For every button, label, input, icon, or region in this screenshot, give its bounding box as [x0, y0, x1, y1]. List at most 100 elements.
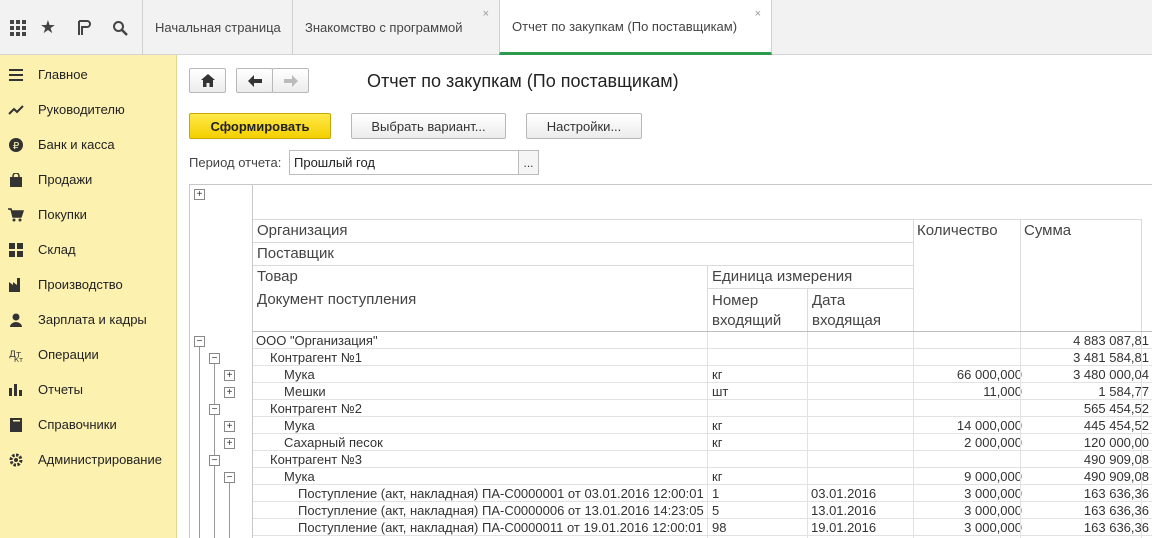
row-sum: 445 454,52 [1083, 418, 1149, 433]
collapse-icon[interactable]: − [209, 455, 220, 466]
row-sum: 163 636,36 [1083, 520, 1149, 535]
row-name: Поступление (акт, накладная) ПА-С0000006… [298, 503, 704, 518]
close-icon[interactable]: × [755, 8, 761, 20]
sidebar-item-production[interactable]: Производство [0, 267, 177, 302]
row-quantity: 3 000,000 [964, 520, 1022, 535]
row-name: Контрагент №1 [270, 350, 363, 365]
close-icon[interactable]: × [483, 8, 489, 20]
expand-icon[interactable]: + [224, 421, 235, 432]
row-date: 03.01.2016 [811, 486, 877, 501]
collapse-icon[interactable]: − [209, 353, 220, 364]
row-name: Мука [284, 418, 315, 433]
trend-icon [0, 104, 32, 116]
row-number: 5 [712, 503, 720, 518]
collapse-icon[interactable]: − [194, 336, 205, 347]
period-field[interactable]: Прошлый год [289, 150, 519, 175]
sidebar-item-main[interactable]: Главное [0, 57, 177, 92]
sidebar: Главное Руководителю ₽ Банк и касса Прод… [0, 55, 177, 538]
row-quantity: 3 000,000 [964, 486, 1022, 501]
sidebar-item-label: Покупки [38, 207, 87, 222]
search-icon[interactable] [102, 0, 138, 55]
row-sum: 565 454,52 [1083, 401, 1149, 416]
sidebar-item-admin[interactable]: Администрирование [0, 442, 177, 477]
row-name: Мешки [284, 384, 326, 399]
row-quantity: 11,000 [983, 384, 1022, 399]
row-name: Сахарный песок [284, 435, 383, 450]
sidebar-item-directories[interactable]: Справочники [0, 407, 177, 442]
sidebar-item-operations[interactable]: Дт Кт Операции [0, 337, 177, 372]
gear-icon [0, 453, 32, 467]
sidebar-item-label: Банк и касса [38, 137, 115, 152]
tab-purchase-report[interactable]: Отчет по закупкам (По поставщикам) × [499, 0, 772, 55]
report-spreadsheet[interactable]: + Организация Поставщик Товар Единица из… [189, 184, 1152, 538]
row-unit: кг [712, 418, 723, 433]
table-row[interactable]: Мука кг 66 000,000 3 480 000,04 [253, 366, 1152, 383]
table-row[interactable]: Сахарный песок кг 2 000,000 120 000,00 [253, 434, 1152, 451]
sidebar-item-purchases[interactable]: Покупки [0, 197, 177, 232]
back-button[interactable] [236, 68, 273, 93]
expand-all-icon[interactable]: + [194, 189, 205, 200]
row-sum: 120 000,00 [1083, 435, 1149, 450]
row-quantity: 3 000,000 [964, 503, 1022, 518]
expand-icon[interactable]: + [224, 370, 235, 381]
row-name: ООО "Организация" [256, 333, 378, 348]
history-icon[interactable] [66, 0, 102, 55]
sidebar-item-manager[interactable]: Руководителю [0, 92, 177, 127]
arrow-right-icon [283, 74, 298, 87]
sidebar-item-sales[interactable]: Продажи [0, 162, 177, 197]
tab-intro[interactable]: Знакомство с программой × [292, 0, 499, 55]
row-sum: 490 909,08 [1083, 469, 1149, 484]
table-row[interactable]: Контрагент №1 3 481 584,81 [253, 349, 1152, 366]
sidebar-item-reports[interactable]: Отчеты [0, 372, 177, 407]
sidebar-item-label: Операции [38, 347, 99, 362]
collapse-icon[interactable]: − [224, 472, 235, 483]
sidebar-item-bank[interactable]: ₽ Банк и касса [0, 127, 177, 162]
header-sum: Сумма [1024, 222, 1072, 239]
row-name: Контрагент №2 [270, 401, 363, 416]
table-row[interactable]: Контрагент №2 565 454,52 [253, 400, 1152, 417]
svg-text:₽: ₽ [13, 141, 20, 152]
header-organization: Организация [257, 222, 348, 239]
header-incoming-date: Дата входящая [812, 292, 881, 329]
star-icon[interactable]: ★ [30, 0, 66, 55]
sidebar-item-warehouse[interactable]: Склад [0, 232, 177, 267]
factory-icon [0, 277, 32, 292]
operations-icon: Дт Кт [0, 348, 32, 362]
row-sum: 163 636,36 [1083, 486, 1149, 501]
table-row[interactable]: Мешки шт 11,000 1 584,77 [253, 383, 1152, 400]
bar-chart-icon [0, 383, 32, 396]
table-row[interactable]: Поступление (акт, накладная) ПА-С0000006… [253, 502, 1152, 519]
row-unit: кг [712, 435, 723, 450]
tab-label: Знакомство с программой [305, 20, 463, 35]
choose-variant-button[interactable]: Выбрать вариант... [351, 113, 506, 139]
expand-icon[interactable]: + [224, 438, 235, 449]
collapse-icon[interactable]: − [209, 404, 220, 415]
ruble-icon: ₽ [0, 137, 32, 152]
page-title: Отчет по закупкам (По поставщикам) [367, 71, 679, 91]
settings-button[interactable]: Настройки... [526, 113, 642, 139]
generate-button[interactable]: Сформировать [189, 113, 331, 139]
home-button[interactable] [189, 68, 226, 93]
grid-icon [0, 242, 32, 257]
sidebar-item-label: Зарплата и кадры [38, 312, 147, 327]
expand-icon[interactable]: + [224, 387, 235, 398]
row-date: 19.01.2016 [811, 520, 877, 535]
tab-home[interactable]: Начальная страница [142, 0, 292, 55]
forward-button[interactable] [272, 68, 309, 93]
sidebar-item-label: Отчеты [38, 382, 83, 397]
period-select-button[interactable]: ... [518, 150, 539, 175]
sidebar-item-label: Продажи [38, 172, 93, 187]
header-incoming-number: Номер входящий [712, 292, 782, 329]
row-unit: шт [712, 384, 729, 399]
cart-icon [0, 207, 32, 222]
table-row[interactable]: Поступление (акт, накладная) ПА-С0000001… [253, 485, 1152, 502]
table-row[interactable]: Мука кг 9 000,000 490 909,08 [253, 468, 1152, 485]
sidebar-item-salary[interactable]: Зарплата и кадры [0, 302, 177, 337]
book-icon [0, 417, 32, 432]
table-row[interactable]: ООО "Организация" 4 883 087,81 [253, 332, 1152, 349]
table-row[interactable]: Поступление (акт, накладная) ПА-С0000011… [253, 519, 1152, 536]
header-document: Документ поступления [257, 291, 417, 308]
table-row[interactable]: Контрагент №3 490 909,08 [253, 451, 1152, 468]
header-supplier: Поставщик [257, 245, 334, 262]
table-row[interactable]: Мука кг 14 000,000 445 454,52 [253, 417, 1152, 434]
